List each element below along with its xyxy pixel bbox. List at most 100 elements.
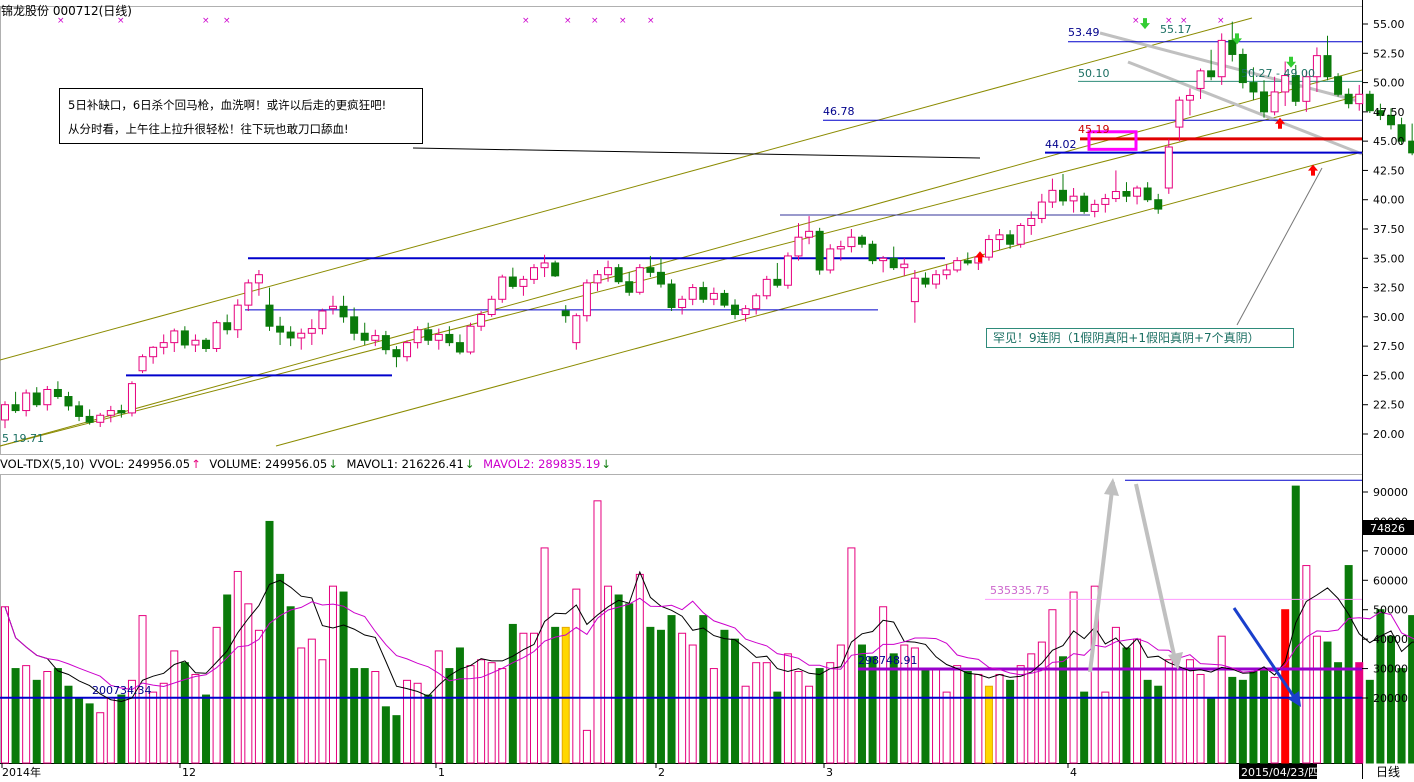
volume-bar — [266, 521, 273, 763]
candle — [689, 284, 696, 305]
candle — [573, 313, 580, 349]
candle — [382, 331, 389, 354]
candle — [33, 387, 40, 407]
price-tick-label: 52.50 — [1373, 47, 1405, 60]
volume-bar — [784, 654, 791, 763]
candle — [181, 326, 188, 348]
candle — [1186, 88, 1193, 115]
price-tick-label: 42.50 — [1373, 164, 1405, 177]
volume-bar — [721, 630, 728, 763]
candle — [700, 282, 707, 303]
annotation-line-2: 从分时看，上午往上拉升很轻松！往下玩也敢刀口舔血! — [68, 117, 414, 141]
volume-bar — [753, 663, 760, 763]
candle — [1208, 50, 1215, 80]
channel-line-0 — [0, 18, 1252, 360]
volume-bar — [1356, 663, 1363, 763]
volume-bar — [541, 548, 548, 763]
price-tick-label: 30.00 — [1373, 311, 1405, 324]
volume-bar — [1070, 592, 1077, 763]
volume-value: VOLUME: 249956.05 — [209, 457, 327, 471]
candle — [858, 235, 865, 248]
volume-bar — [1250, 672, 1257, 763]
volume-bar — [150, 692, 157, 763]
volume-bar — [795, 672, 802, 763]
candle — [435, 329, 442, 350]
candle — [985, 235, 992, 261]
volume-bar — [1102, 692, 1109, 763]
volume-bar — [1060, 657, 1067, 763]
candle — [710, 288, 717, 306]
candle — [996, 229, 1003, 250]
volume-bar — [869, 657, 876, 763]
candle — [308, 319, 315, 345]
candle — [816, 228, 823, 275]
volume-bar — [86, 704, 93, 763]
volume-bar — [1335, 663, 1342, 763]
price-tick-label: 45.00 — [1373, 135, 1405, 148]
candle — [795, 223, 802, 260]
volume-bar — [1208, 698, 1215, 763]
candle — [1261, 80, 1268, 117]
volume-bar — [425, 695, 432, 763]
vvol-value: VVOL: 249956.05 — [89, 457, 190, 471]
top-marker-x-icon: × — [1132, 16, 1140, 26]
candle — [721, 290, 728, 308]
volume-bar — [615, 595, 622, 763]
vol-arrow-up-head — [1104, 478, 1119, 496]
candle — [234, 299, 241, 338]
candle — [1081, 193, 1088, 214]
volume-bar — [1017, 666, 1024, 763]
volume-bar — [964, 672, 971, 763]
volume-bar — [1007, 680, 1014, 763]
candle — [1123, 182, 1130, 202]
volume-bar — [467, 666, 474, 763]
volume-bar — [1324, 642, 1331, 763]
candle — [488, 296, 495, 317]
volume-bar — [414, 683, 421, 763]
candle — [414, 326, 421, 348]
volume-bar — [732, 639, 739, 763]
candle — [54, 381, 61, 399]
volume-bar — [774, 692, 781, 763]
volume-bar — [118, 695, 125, 763]
candle — [1197, 69, 1204, 99]
volume-bar — [827, 663, 834, 763]
volume-bar — [573, 589, 580, 763]
candle — [76, 401, 83, 421]
vol-indicator-name: VOL-TDX(5,10) — [0, 457, 84, 471]
volume-bar — [404, 680, 411, 763]
level-4678-label: 46.78 — [823, 105, 855, 118]
current-volume-value: 74826 — [1370, 522, 1405, 535]
volume-bar — [456, 648, 463, 763]
candle — [361, 323, 368, 345]
volume-tick-label: 40000 — [1373, 633, 1408, 646]
candle — [329, 296, 336, 315]
candle — [351, 307, 358, 340]
price-low-label: 5 19.71 — [2, 432, 44, 445]
volume-bar — [1239, 680, 1246, 763]
volume-bar — [361, 669, 368, 763]
level-4519-label: 45.19 — [1078, 123, 1110, 136]
candle — [372, 330, 379, 346]
volume-tick-label: 70000 — [1373, 545, 1408, 558]
volume-bar — [1134, 639, 1141, 763]
candle — [213, 320, 220, 352]
volume-bar — [1398, 669, 1405, 763]
candle — [319, 309, 326, 335]
candle — [668, 279, 675, 311]
candle — [562, 305, 569, 323]
volume-bar — [1229, 677, 1236, 763]
volume-bar — [224, 595, 231, 763]
mavol1-value: MAVOL1: 216226.41 — [347, 457, 464, 471]
candle — [404, 340, 411, 361]
volume-bar — [657, 630, 664, 763]
x-tick-label: 1 — [438, 766, 445, 779]
date-x-axis: 2014年121234 — [2, 763, 1077, 779]
vol-arrow-up — [1090, 482, 1113, 672]
candle — [626, 272, 633, 295]
candle — [1102, 194, 1109, 213]
candle — [911, 270, 918, 323]
volume-bar — [33, 680, 40, 763]
candle — [287, 326, 294, 346]
volume-bar — [996, 674, 1003, 763]
